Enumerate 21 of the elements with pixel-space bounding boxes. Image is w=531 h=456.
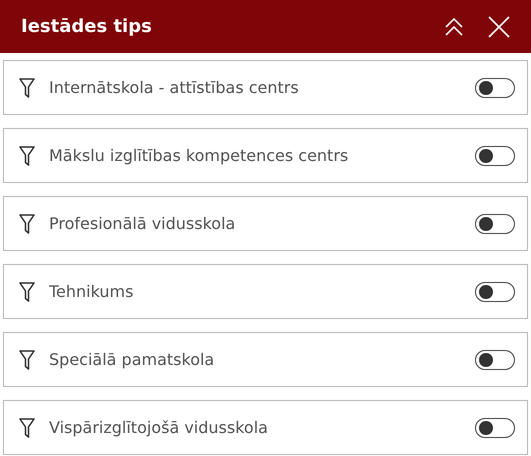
filter-icon (19, 214, 35, 234)
filter-icon (19, 78, 35, 98)
toggle-switch[interactable] (475, 418, 515, 438)
toggle-switch[interactable] (475, 350, 515, 370)
filter-icon (19, 350, 35, 370)
filter-icon (19, 282, 35, 302)
toggle-switch[interactable] (475, 78, 515, 98)
panel-title: Iestādes tips (21, 16, 152, 37)
filter-icon (19, 418, 35, 438)
toggle-switch[interactable] (475, 214, 515, 234)
filter-label: Vispārizglītojošā vidusskola (49, 418, 269, 437)
filter-label: Mākslu izglītības kompetences centrs (49, 146, 350, 165)
collapse-icon[interactable] (443, 16, 465, 38)
filter-label: Internātskola - attīstības centrs (49, 78, 300, 97)
filter-label: Tehnikums (49, 282, 134, 301)
filter-label: Profesionālā vidusskola (49, 214, 236, 233)
close-icon[interactable] (487, 14, 511, 38)
filter-label: Speciālā pamatskola (49, 350, 216, 369)
toggle-switch[interactable] (475, 282, 515, 302)
toggle-switch[interactable] (475, 146, 515, 166)
filter-icon (19, 146, 35, 166)
